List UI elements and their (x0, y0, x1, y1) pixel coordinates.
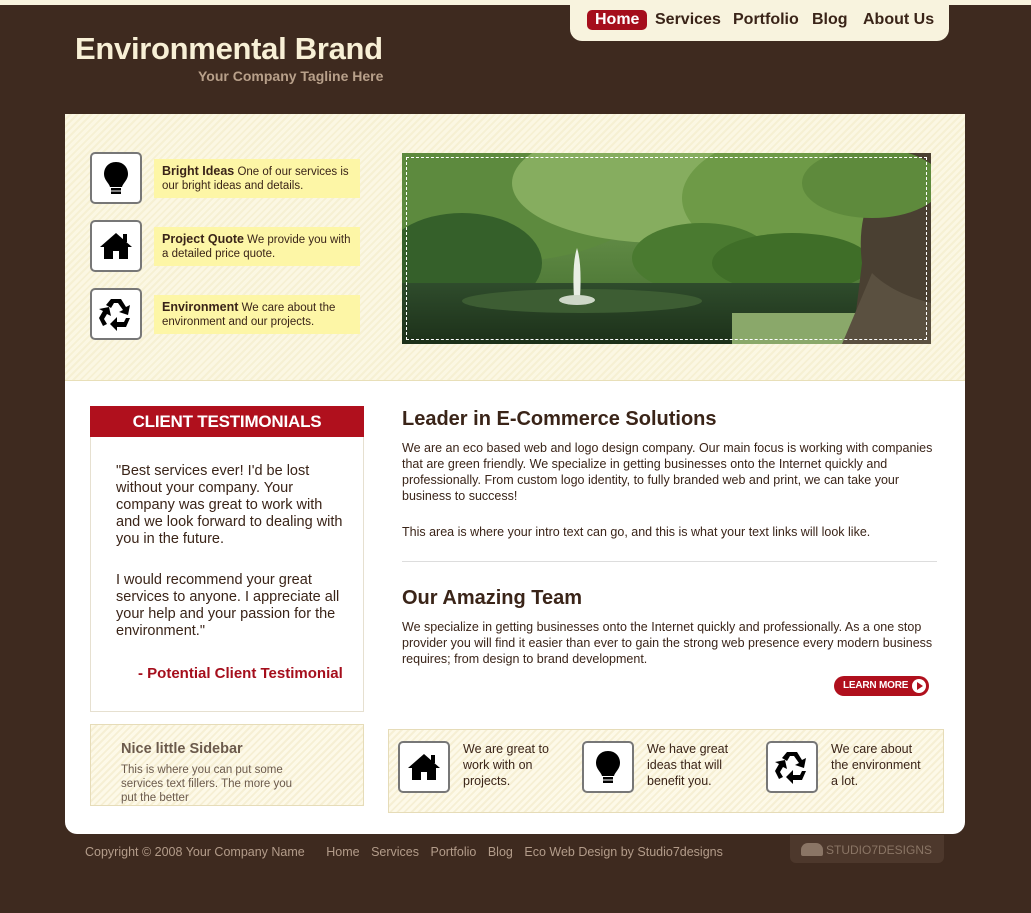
nav-portfolio[interactable]: Portfolio (733, 10, 799, 30)
lightbulb-icon (582, 741, 634, 793)
badge-label: STUDIO7DESIGNS (826, 843, 933, 857)
lightbulb-icon (90, 152, 142, 204)
brand-title[interactable]: Environmental Brand (75, 31, 383, 67)
section-heading-ecommerce: Leader in E-Commerce Solutions (402, 408, 717, 430)
feature-note-project-quote: Project Quote We provide you with a deta… (154, 227, 360, 266)
feature-title: Project Quote (162, 232, 244, 246)
feature-note-bright-ideas: Bright Ideas One of our services is our … (154, 159, 360, 198)
photo-dashed-border (406, 157, 927, 340)
house-icon (90, 220, 142, 272)
studio7designs-badge[interactable]: STUDIO7DESIGNS (790, 835, 944, 863)
sidebar-box: Nice little Sidebar This is where you ca… (90, 724, 364, 806)
feature-title: Bright Ideas (162, 164, 235, 178)
team-paragraph: We specialize in getting businesses onto… (402, 620, 933, 666)
hero-garden-photo (402, 153, 931, 344)
main-nav: Home Services Portfolio Blog About Us (570, 0, 949, 41)
sidebar-title: Nice little Sidebar (121, 741, 243, 757)
feature-title: Environment (162, 300, 239, 314)
footer-link-services[interactable]: Services (371, 845, 419, 859)
footer-copyright: Copyright © 2008 Your Company Name (85, 845, 305, 859)
feature-note-environment: Environment We care about the environmen… (154, 295, 360, 334)
footer-link-home[interactable]: Home (326, 845, 359, 859)
elephant-icon (801, 843, 823, 856)
nav-home[interactable]: Home (587, 10, 648, 30)
section-heading-team: Our Amazing Team (402, 587, 583, 609)
nav-about-us[interactable]: About Us (863, 10, 934, 30)
nav-blog[interactable]: Blog (812, 10, 848, 30)
nav-services[interactable]: Services (655, 10, 721, 30)
intro-link-paragraph: This area is where your intro text can g… (402, 525, 871, 539)
testimonial-paragraph: I would recommend your great services to… (116, 572, 340, 639)
hero-section: Bright Ideas One of our services is our … (65, 114, 965, 381)
house-icon (398, 741, 450, 793)
content-divider (402, 561, 937, 562)
services-strip: We are great to work with on projects. W… (388, 729, 944, 813)
footer-link-portfolio[interactable]: Portfolio (431, 845, 477, 859)
recycle-icon (90, 288, 142, 340)
brand-tagline: Your Company Tagline Here (198, 68, 384, 84)
footer-link-studio7designs[interactable]: Eco Web Design by Studio7designs (524, 845, 723, 859)
service-text: We have great ideas that will benefit yo… (647, 742, 729, 788)
intro-paragraph: We are an eco based web and logo design … (402, 441, 933, 503)
footer: Copyright © 2008 Your Company Name Home … (85, 845, 731, 859)
arrow-right-icon (912, 679, 926, 693)
footer-link-blog[interactable]: Blog (488, 845, 513, 859)
sidebar-text: This is where you can put some services … (121, 764, 293, 804)
testimonials-box: "Best services ever! I'd be lost without… (90, 437, 364, 712)
learn-more-button[interactable]: LEARN MORE (834, 676, 929, 696)
learn-more-label: LEARN MORE (843, 680, 909, 691)
service-text: We care about the environment a lot. (831, 742, 921, 788)
testimonial-paragraph: "Best services ever! I'd be lost without… (116, 463, 343, 547)
testimonials-heading: CLIENT TESTIMONIALS (90, 406, 364, 437)
testimonial-signature: - Potential Client Testimonial (138, 665, 343, 682)
service-text: We are great to work with on projects. (463, 742, 549, 788)
main-panel: Bright Ideas One of our services is our … (65, 114, 965, 834)
recycle-icon (766, 741, 818, 793)
